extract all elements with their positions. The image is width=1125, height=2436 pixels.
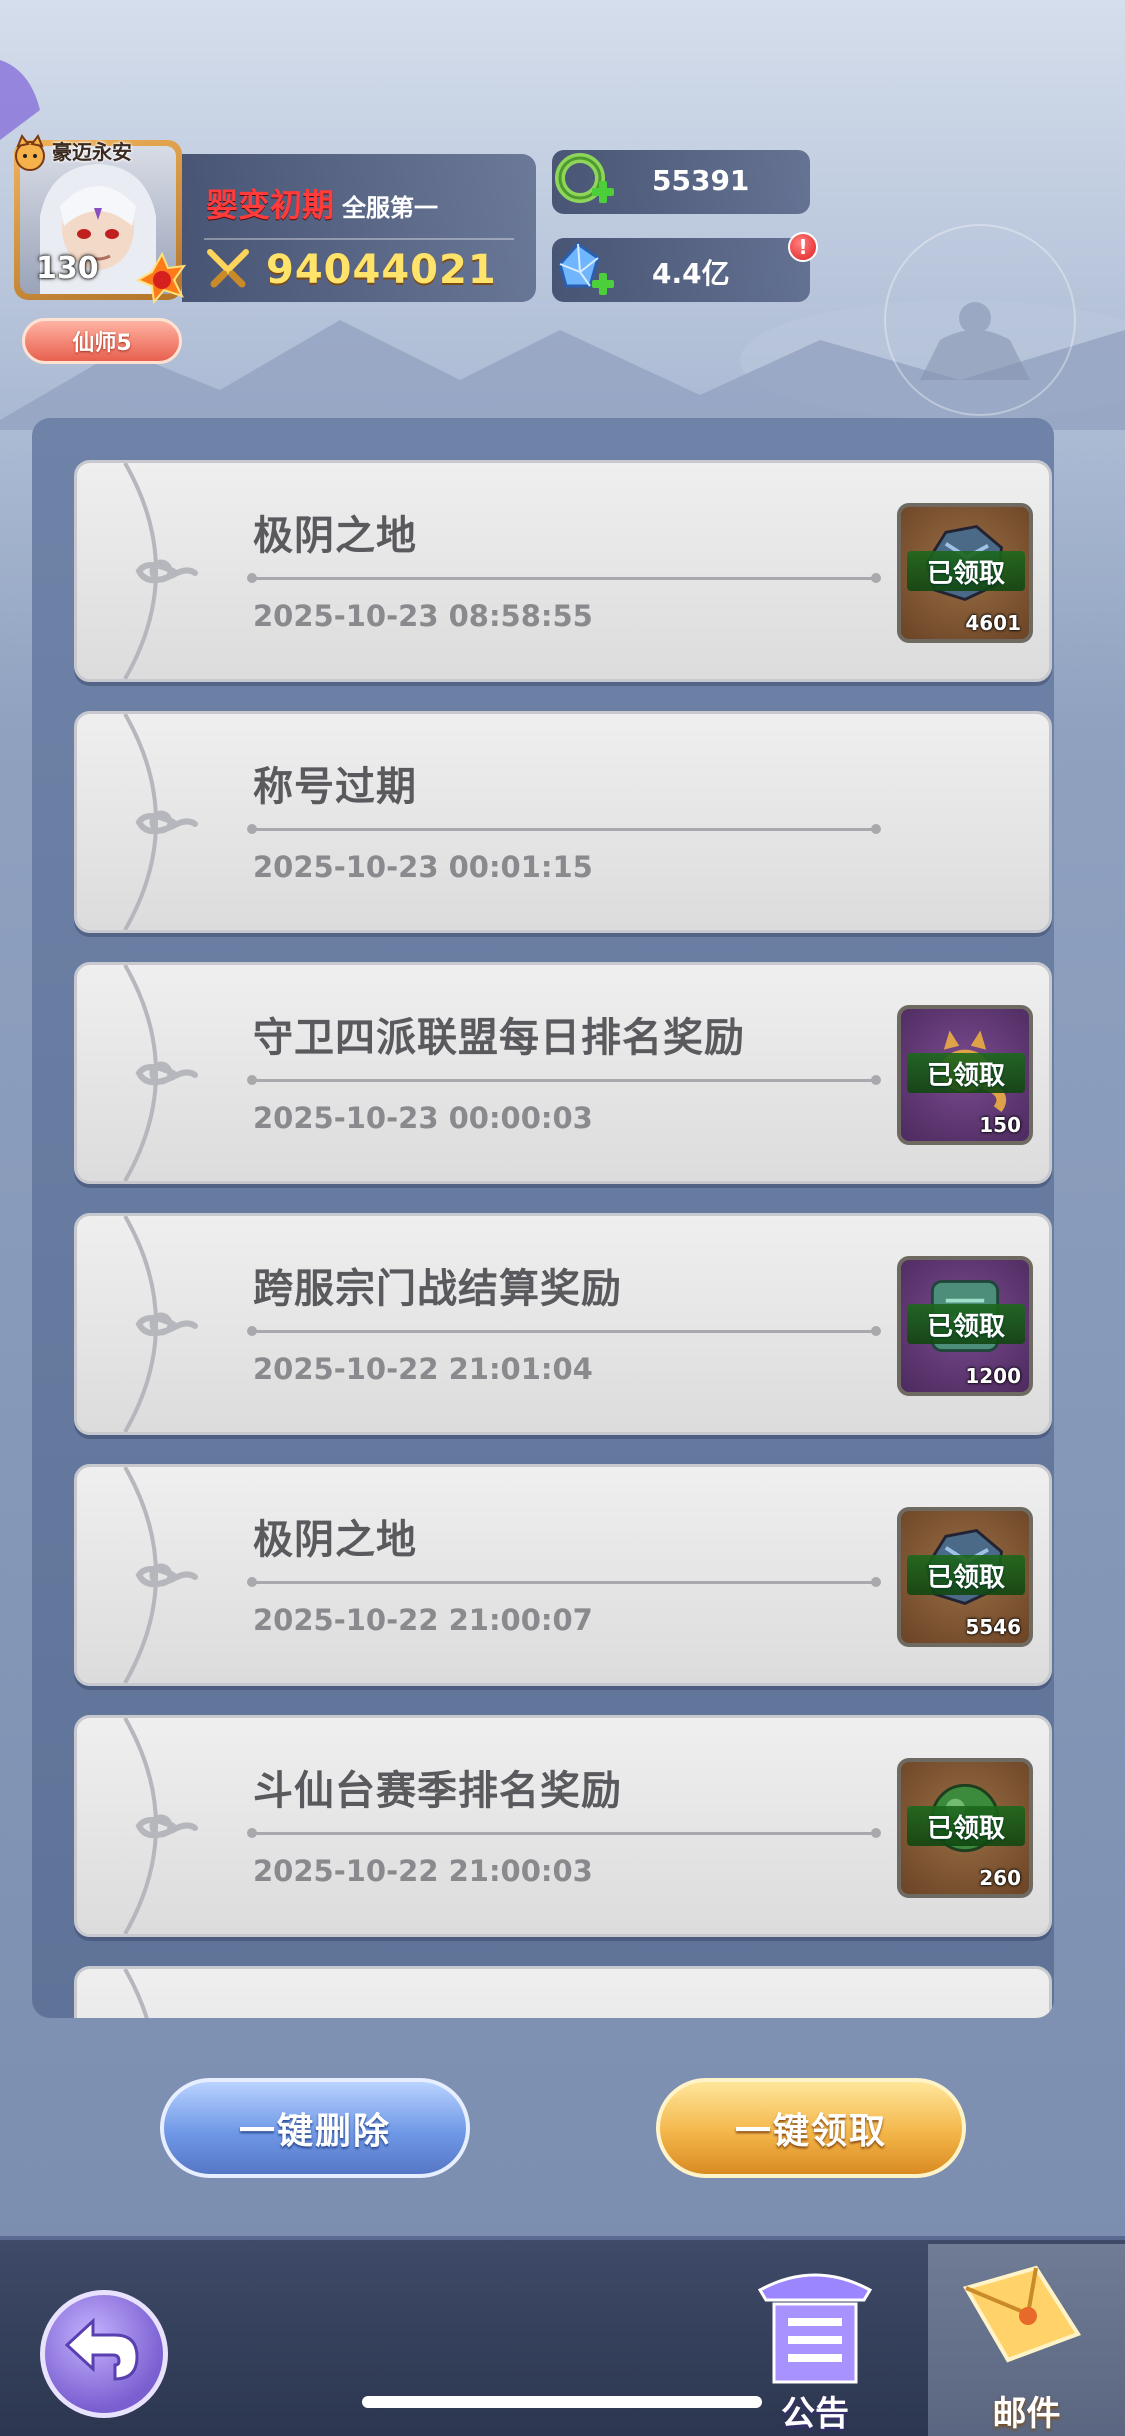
back-arrow-icon [64, 2317, 139, 2381]
mail-list[interactable]: 极阴之地 2025-10-23 08:58:55 已领取 4601 称号过期 2025-1… [32, 418, 1054, 2018]
vip-badge[interactable]: 仙师5 [22, 318, 182, 364]
mail-divider [247, 1075, 881, 1085]
divider [204, 238, 514, 240]
claimed-label: 已领取 [907, 1555, 1025, 1595]
title-badge-text: 豪迈永安 [52, 140, 132, 164]
reward-quantity: 5546 [965, 1615, 1021, 1639]
back-button[interactable] [40, 2290, 168, 2418]
reward-quantity: 1200 [965, 1364, 1021, 1388]
cloud-scroll-decoration [123, 1216, 198, 1432]
fire-badge-icon [136, 252, 187, 304]
mail-item[interactable]: 极阴之地 2025-10-23 08:58:55 已领取 4601 [74, 460, 1052, 682]
reward-quantity: 150 [979, 1113, 1021, 1137]
mail-divider [247, 1577, 881, 1587]
combat-power-value: 94044021 [266, 247, 497, 293]
mail-item[interactable]: 守卫四派联盟每日排名奖励 2025-10-23 00:00:03 已领取 150 [74, 962, 1052, 1184]
mail-title: 极阴之地 [253, 513, 417, 559]
reward-slot[interactable]: 已领取 4601 [897, 503, 1033, 643]
player-info-panel: 婴变初期 全服第一 94044021 [182, 154, 536, 302]
mail-date: 2025-10-22 21:00:07 [253, 1603, 593, 1637]
realm-label: 婴变初期 [206, 186, 335, 224]
reward-quantity: 4601 [965, 611, 1021, 635]
player-profile: 婴变初期 全服第一 94044021 130 豪迈永安 仙师5 [14, 134, 536, 370]
cloud-scroll-decoration [123, 463, 198, 679]
mail-date: 2025-10-23 00:00:03 [253, 1101, 593, 1135]
home-indicator [362, 2396, 762, 2408]
mail-item[interactable]: 斗仙台赛季排名奖励 2025-10-22 21:00:03 已领取 260 [74, 1715, 1052, 1937]
jade-amount: 55391 [652, 164, 750, 197]
cloud-scroll-decoration [123, 714, 198, 930]
crystal-amount: 4.4亿 [652, 257, 730, 290]
mail-title: 称号过期 [253, 764, 417, 810]
mail-item-partial[interactable] [74, 1966, 1052, 2018]
reward-slot[interactable]: 已领取 5546 [897, 1507, 1033, 1647]
reward-slot[interactable]: 已领取 260 [897, 1758, 1033, 1898]
claimed-label: 已领取 [907, 1053, 1025, 1093]
nav-notice[interactable]: 公告 [740, 2260, 890, 2434]
nav-mail-label: 邮件 [992, 2394, 1061, 2434]
nav-notice-label: 公告 [781, 2394, 849, 2434]
reward-slot[interactable]: 已领取 150 [897, 1005, 1033, 1145]
server-rank-label: 全服第一 [342, 194, 439, 222]
reward-slot[interactable]: 已领取 1200 [897, 1256, 1033, 1396]
claimed-label: 已领取 [907, 1806, 1025, 1846]
mail-divider [247, 1326, 881, 1336]
claimed-label: 已领取 [907, 551, 1025, 591]
mail-divider [247, 1828, 881, 1838]
player-level: 130 [36, 251, 99, 286]
notice-board-icon [757, 2273, 873, 2384]
cat-emblem-icon [15, 134, 45, 171]
mail-divider [247, 824, 881, 834]
crystal-icon [558, 242, 614, 295]
nav-mail[interactable]: 邮件 [928, 2244, 1125, 2436]
mail-title: 守卫四派联盟每日排名奖励 [253, 1015, 745, 1061]
crossed-swords-icon [207, 249, 249, 288]
cloud-scroll-decoration [123, 965, 198, 1181]
claim-all-button[interactable]: 一键领取 [656, 2078, 966, 2178]
mail-title: 斗仙台赛季排名奖励 [253, 1768, 622, 1814]
mail-item[interactable]: 称号过期 2025-10-23 00:01:15 [74, 711, 1052, 933]
mail-divider [247, 573, 881, 583]
mail-date: 2025-10-23 08:58:55 [253, 599, 593, 633]
mail-date: 2025-10-23 00:01:15 [253, 850, 593, 884]
reward-quantity: 260 [979, 1866, 1021, 1890]
jade-ring-icon [555, 153, 614, 203]
mail-item[interactable]: 跨服宗门战结算奖励 2025-10-22 21:01:04 已领取 1200 [74, 1213, 1052, 1435]
mail-date: 2025-10-22 21:01:04 [253, 1352, 593, 1386]
delete-all-button[interactable]: 一键删除 [160, 2078, 470, 2178]
mail-envelope-icon [962, 2265, 1082, 2363]
claimed-label: 已领取 [907, 1304, 1025, 1344]
mail-date: 2025-10-22 21:00:03 [253, 1854, 593, 1888]
alert-badge[interactable]: ! [788, 232, 818, 262]
cloud-scroll-decoration [123, 1467, 198, 1683]
currency-crystal[interactable]: 4.4亿 [552, 238, 810, 302]
cloud-scroll-decoration [123, 1969, 149, 2018]
mail-title: 跨服宗门战结算奖励 [253, 1266, 622, 1312]
mail-item[interactable]: 极阴之地 2025-10-22 21:00:07 已领取 5546 [74, 1464, 1052, 1686]
mail-title: 极阴之地 [253, 1517, 417, 1563]
cloud-scroll-decoration [123, 1718, 198, 1934]
currency-jade[interactable]: 55391 [552, 150, 810, 214]
